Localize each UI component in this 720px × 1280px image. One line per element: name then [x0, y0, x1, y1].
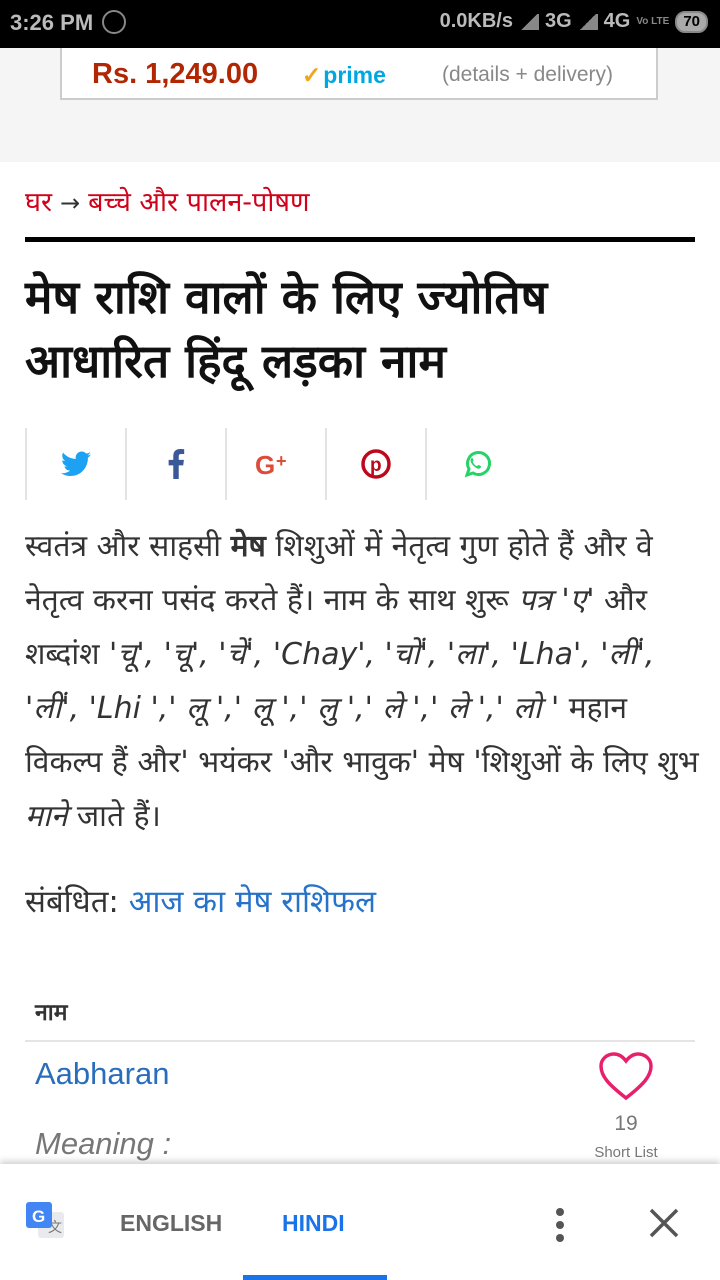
name-link[interactable]: Aabharan	[35, 1056, 169, 1092]
prime-label: prime	[323, 62, 386, 88]
details-link[interactable]: (details + delivery)	[442, 63, 613, 87]
body-italic: माने	[25, 799, 68, 834]
share-twitter-button[interactable]	[25, 428, 125, 500]
active-tab-indicator	[243, 1275, 387, 1280]
ad-price[interactable]: Rs. 1,249.00	[92, 58, 258, 91]
pinterest-icon: p	[361, 449, 391, 479]
language-english-tab[interactable]: ENGLISH	[120, 1210, 222, 1237]
shortlist-count: 19	[614, 1112, 638, 1135]
svg-text:G: G	[255, 450, 275, 478]
shortlist-label: Short List	[594, 1144, 658, 1161]
share-facebook-button[interactable]	[125, 428, 225, 500]
battery-icon: 70	[675, 10, 708, 33]
share-bar: G + p	[25, 428, 525, 500]
table-divider	[25, 1040, 695, 1042]
facebook-icon	[168, 449, 185, 479]
body-text: स्वतंत्र और साहसी	[25, 529, 231, 564]
volte-indicator: Vo LTE	[636, 15, 670, 27]
close-icon[interactable]	[645, 1204, 683, 1242]
svg-text:G: G	[32, 1207, 45, 1226]
network-type-2: 4G	[603, 10, 631, 32]
breadcrumb-section[interactable]: बच्चे और पालन-पोषण	[88, 187, 309, 218]
table-header-name: नाम	[35, 1000, 68, 1026]
meaning-label: Meaning :	[35, 1126, 172, 1161]
page-title: मेष राशि वालों के लिए ज्योतिष आधारित हिं…	[25, 270, 548, 388]
title-divider	[25, 237, 695, 242]
body-text: जाते हैं।	[67, 799, 161, 834]
language-hindi-tab[interactable]: HINDI	[282, 1210, 345, 1237]
translate-bar: 文 G ENGLISH HINDI	[0, 1164, 720, 1280]
share-whatsapp-button[interactable]	[425, 428, 525, 500]
more-options-icon[interactable]	[552, 1204, 568, 1244]
share-pinterest-button[interactable]: p	[325, 428, 425, 500]
status-time: 3:26 PM	[10, 10, 94, 35]
body-italic: पत्र 'ए'	[518, 583, 604, 618]
signal-icon	[518, 13, 539, 30]
network-type-1: 3G	[544, 10, 572, 32]
google-translate-icon: 文 G	[26, 1202, 64, 1238]
status-right: 0.0KB/s 3G 4G Vo LTE 70	[440, 10, 708, 33]
article-body: स्वतंत्र और साहसी मेष शिशुओं में नेतृत्व…	[25, 520, 705, 844]
whatsapp-icon	[464, 451, 491, 478]
breadcrumb: घर → बच्चे और पालन-पोषण	[25, 182, 310, 219]
related-section: संबंधित: आज का मेष राशिफल	[25, 880, 376, 922]
body-bold: मेष	[230, 529, 266, 564]
prime-check-icon: ✓	[302, 62, 322, 88]
status-bar: 3:26 PM 0.0KB/s 3G 4G Vo LTE 70	[0, 0, 720, 48]
google-plus-icon: G +	[255, 450, 287, 478]
breadcrumb-arrow: →	[60, 189, 81, 217]
twitter-icon	[61, 451, 91, 476]
breadcrumb-home[interactable]: घर	[25, 187, 52, 218]
ad-banner: Rs. 1,249.00 ✓prime (details + delivery)	[0, 48, 720, 162]
prime-logo: ✓prime	[302, 62, 386, 89]
svg-text:+: +	[276, 451, 287, 471]
heart-icon[interactable]	[598, 1052, 654, 1102]
svg-text:p: p	[370, 455, 382, 476]
network-speed: 0.0KB/s	[439, 10, 513, 32]
signal-icon	[577, 13, 598, 30]
ad-box[interactable]: Rs. 1,249.00 ✓prime (details + delivery)	[60, 48, 658, 100]
share-google-plus-button[interactable]: G +	[225, 428, 325, 500]
related-link[interactable]: आज का मेष राशिफल	[129, 884, 376, 920]
related-label: संबंधित:	[25, 884, 119, 920]
whatsapp-notification-icon	[102, 10, 126, 34]
